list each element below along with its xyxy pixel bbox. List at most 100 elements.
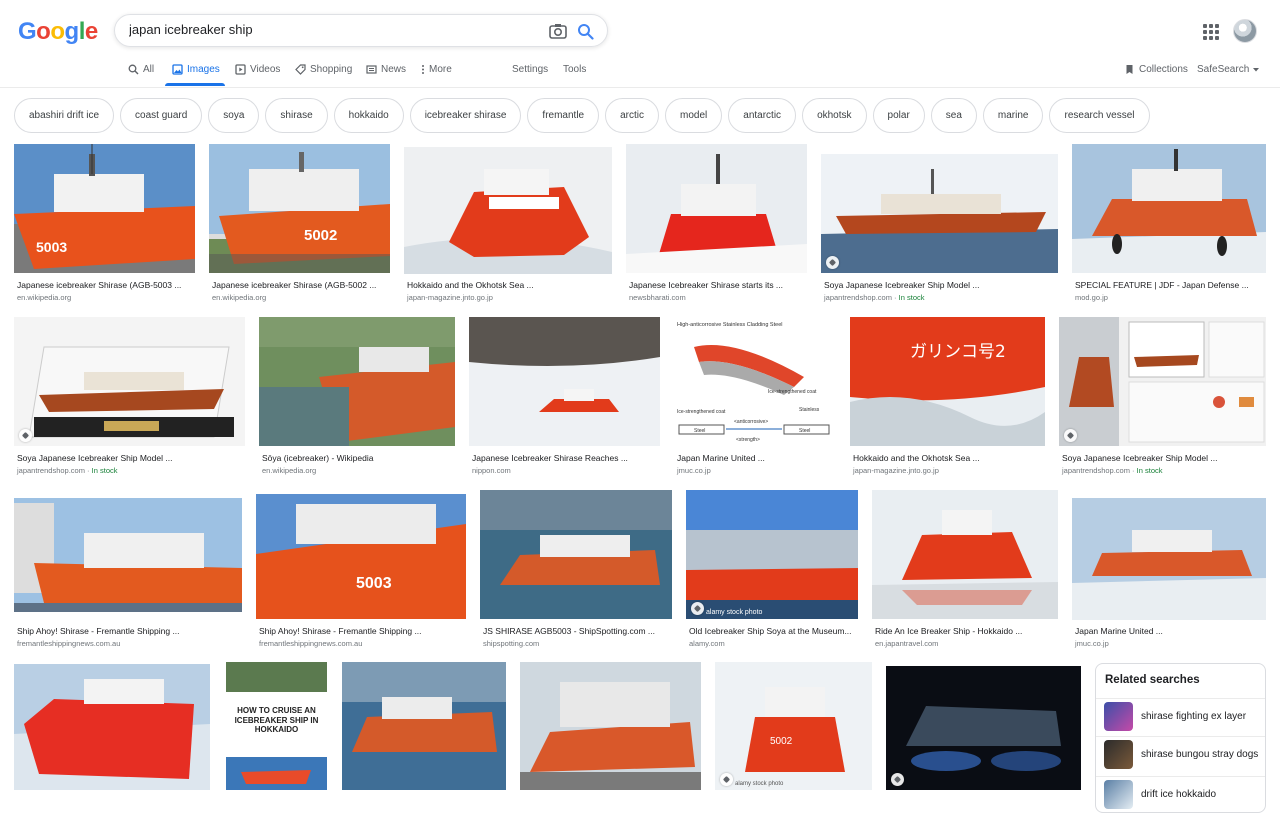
apps-grid-icon[interactable] bbox=[1203, 24, 1219, 40]
image-result[interactable] bbox=[520, 662, 701, 790]
result-caption[interactable]: Ride An Ice Breaker Ship - Hokkaido ... bbox=[875, 626, 1058, 636]
image-result[interactable]: Japanese Icebreaker Shirase Reaches ... … bbox=[469, 317, 660, 477]
image-result[interactable]: Soya Japanese Icebreaker Ship Model ... … bbox=[821, 144, 1058, 304]
settings-link[interactable]: Settings bbox=[512, 64, 548, 75]
result-thumbnail[interactable] bbox=[886, 666, 1081, 790]
image-result[interactable]: Ship Ahoy! Shirase - Fremantle Shipping … bbox=[14, 490, 242, 650]
result-thumbnail[interactable] bbox=[14, 664, 210, 790]
image-result[interactable]: SPECIAL FEATURE | JDF - Japan Defense ..… bbox=[1072, 144, 1266, 304]
result-caption[interactable]: Japanese Icebreaker Shirase Reaches ... bbox=[472, 453, 660, 463]
image-result[interactable] bbox=[14, 664, 210, 790]
tab-videos[interactable]: Videos bbox=[235, 64, 280, 75]
result-caption[interactable]: Old Icebreaker Ship Soya at the Museum..… bbox=[689, 626, 859, 636]
result-caption[interactable]: Japanese Icebreaker Shirase starts its .… bbox=[629, 280, 807, 290]
related-search-item[interactable]: shirase bungou stray dogs bbox=[1096, 736, 1265, 772]
result-thumbnail[interactable] bbox=[469, 317, 660, 446]
image-result[interactable]: Sōya (icebreaker) - Wikipedia en.wikiped… bbox=[259, 317, 455, 477]
chip[interactable]: soya bbox=[208, 98, 260, 133]
result-thumbnail[interactable] bbox=[520, 662, 701, 790]
image-result[interactable]: JS SHIRASE AGB5003 - ShipSpotting.com ..… bbox=[480, 490, 672, 650]
collections-link[interactable]: Collections bbox=[1124, 64, 1188, 75]
image-result[interactable]: 5003 Ship Ahoy! Shirase - Fremantle Ship… bbox=[256, 490, 466, 650]
result-thumbnail[interactable] bbox=[821, 154, 1058, 273]
result-caption[interactable]: Japanese icebreaker Shirase (AGB-5003 ..… bbox=[17, 280, 195, 290]
chip[interactable]: model bbox=[665, 98, 723, 133]
result-caption[interactable]: SPECIAL FEATURE | JDF - Japan Defense ..… bbox=[1075, 280, 1265, 290]
search-input[interactable] bbox=[129, 22, 529, 37]
result-thumbnail[interactable] bbox=[480, 490, 672, 619]
chip[interactable]: antarctic bbox=[728, 98, 797, 133]
chip[interactable]: icebreaker shirase bbox=[409, 98, 522, 133]
result-thumbnail[interactable] bbox=[14, 498, 242, 612]
chip[interactable]: research vessel bbox=[1049, 98, 1150, 133]
image-result[interactable]: Hokkaido and the Okhotsk Sea ... japan-m… bbox=[404, 144, 612, 304]
result-thumbnail[interactable]: HOW TO CRUISE AN ICEBREAKER SHIP IN HOKK… bbox=[226, 662, 327, 790]
image-result[interactable]: 5003 Japanese icebreaker Shirase (AGB-50… bbox=[14, 144, 195, 304]
search-icon[interactable] bbox=[577, 23, 594, 40]
tools-link[interactable]: Tools bbox=[563, 64, 586, 75]
result-caption[interactable]: Japan Marine United ... bbox=[1075, 626, 1265, 636]
result-thumbnail[interactable] bbox=[872, 490, 1058, 619]
tab-news[interactable]: News bbox=[366, 64, 406, 75]
result-thumbnail[interactable] bbox=[1059, 317, 1266, 446]
tab-shopping[interactable]: Shopping bbox=[295, 64, 352, 75]
chip[interactable]: polar bbox=[872, 98, 925, 133]
result-caption[interactable]: Sōya (icebreaker) - Wikipedia bbox=[262, 453, 456, 463]
result-thumbnail[interactable]: 5003 bbox=[14, 144, 195, 273]
result-thumbnail[interactable]: 5002 bbox=[209, 144, 390, 273]
chip[interactable]: marine bbox=[982, 98, 1044, 133]
result-thumbnail[interactable]: High-anticorrosive Stainless Cladding St… bbox=[674, 317, 836, 446]
chip[interactable]: arctic bbox=[605, 98, 660, 133]
result-caption[interactable]: Japan Marine United ... bbox=[677, 453, 835, 463]
chip[interactable]: okhotsk bbox=[802, 98, 867, 133]
image-result[interactable]: Japan Marine United ... jmuc.co.jp bbox=[1072, 490, 1266, 650]
result-thumbnail[interactable]: 5003 bbox=[256, 494, 466, 619]
chip[interactable]: coast guard bbox=[120, 98, 203, 133]
related-search-item[interactable]: drift ice hokkaido bbox=[1096, 776, 1265, 812]
result-caption[interactable]: Soya Japanese Icebreaker Ship Model ... bbox=[17, 453, 245, 463]
image-result[interactable] bbox=[342, 662, 506, 790]
result-thumbnail[interactable] bbox=[1072, 144, 1266, 273]
chip[interactable]: shirase bbox=[265, 98, 328, 133]
result-thumbnail[interactable]: alamy stock photo bbox=[686, 490, 858, 619]
result-thumbnail[interactable] bbox=[14, 317, 245, 446]
result-caption[interactable]: Hokkaido and the Okhotsk Sea ... bbox=[853, 453, 1043, 463]
result-caption[interactable]: Japanese icebreaker Shirase (AGB-5002 ..… bbox=[212, 280, 390, 290]
image-result[interactable]: Soya Japanese Icebreaker Ship Model ... … bbox=[1059, 317, 1266, 477]
result-caption[interactable]: JS SHIRASE AGB5003 - ShipSpotting.com ..… bbox=[483, 626, 671, 636]
camera-icon[interactable] bbox=[549, 23, 567, 39]
tab-images[interactable]: Images bbox=[172, 64, 220, 75]
image-result[interactable]: High-anticorrosive Stainless Cladding St… bbox=[674, 317, 836, 477]
account-avatar[interactable] bbox=[1233, 19, 1257, 43]
image-result[interactable]: alamy stock photo Old Icebreaker Ship So… bbox=[686, 490, 858, 650]
image-result[interactable]: Soya Japanese Icebreaker Ship Model ... … bbox=[14, 317, 245, 477]
result-caption[interactable]: Ship Ahoy! Shirase - Fremantle Shipping … bbox=[259, 626, 464, 636]
image-result[interactable]: Ride An Ice Breaker Ship - Hokkaido ... … bbox=[872, 490, 1058, 650]
result-thumbnail[interactable]: ガリンコ号2 bbox=[850, 317, 1045, 446]
tab-more[interactable]: More bbox=[421, 64, 452, 75]
chip[interactable]: abashiri drift ice bbox=[14, 98, 115, 133]
result-caption[interactable]: Soya Japanese Icebreaker Ship Model ... bbox=[824, 280, 1054, 290]
result-thumbnail[interactable] bbox=[259, 317, 455, 446]
result-thumbnail[interactable]: 5002 alamy stock photo bbox=[715, 662, 872, 790]
result-caption[interactable]: Soya Japanese Icebreaker Ship Model ... bbox=[1062, 453, 1266, 463]
result-thumbnail[interactable] bbox=[626, 144, 807, 273]
image-result[interactable]: 5002 alamy stock photo bbox=[715, 662, 872, 790]
google-logo[interactable]: Google bbox=[18, 18, 98, 46]
image-result[interactable]: ガリンコ号2 Hokkaido and the Okhotsk Sea ... … bbox=[850, 317, 1045, 477]
image-result[interactable]: HOW TO CRUISE AN ICEBREAKER SHIP IN HOKK… bbox=[226, 662, 327, 790]
result-thumbnail[interactable] bbox=[342, 662, 506, 790]
image-result[interactable] bbox=[886, 666, 1081, 790]
chip[interactable]: hokkaido bbox=[333, 98, 404, 133]
image-result[interactable]: Japanese Icebreaker Shirase starts its .… bbox=[626, 144, 807, 304]
result-thumbnail[interactable] bbox=[404, 147, 612, 274]
related-search-item[interactable]: shirase fighting ex layer bbox=[1096, 698, 1265, 734]
result-thumbnail[interactable] bbox=[1072, 498, 1266, 620]
image-result[interactable]: 5002 Japanese icebreaker Shirase (AGB-50… bbox=[209, 144, 390, 304]
result-caption[interactable]: Hokkaido and the Okhotsk Sea ... bbox=[407, 280, 607, 290]
safesearch-dropdown[interactable]: SafeSearch bbox=[1197, 64, 1260, 75]
chip[interactable]: fremantle bbox=[527, 98, 600, 133]
tab-all[interactable]: All bbox=[128, 64, 154, 75]
result-caption[interactable]: Ship Ahoy! Shirase - Fremantle Shipping … bbox=[17, 626, 242, 636]
chip[interactable]: sea bbox=[930, 98, 977, 133]
